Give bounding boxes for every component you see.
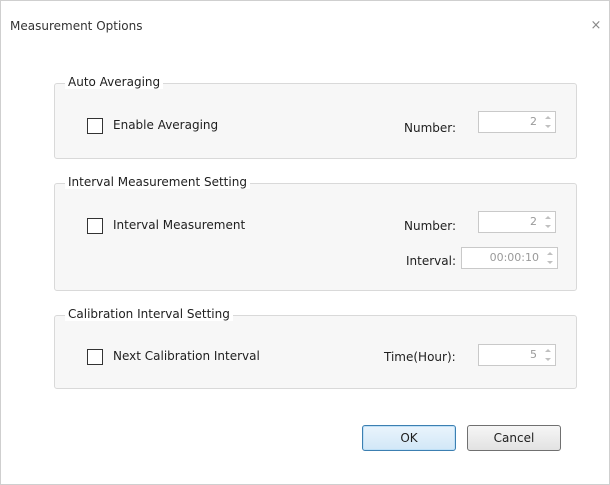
cancel-button[interactable]: Cancel xyxy=(467,425,561,451)
interval-number-stepper[interactable]: 2 xyxy=(478,211,556,233)
calibration-time-value: 5 xyxy=(530,348,537,361)
stepper-up-icon[interactable] xyxy=(545,216,551,219)
calibration-time-stepper[interactable]: 5 xyxy=(478,344,556,366)
stepper-down-icon[interactable] xyxy=(545,225,551,228)
auto-averaging-group: Auto Averaging Enable Averaging Number: … xyxy=(54,75,577,159)
enable-averaging-checkbox[interactable] xyxy=(87,118,103,134)
stepper-down-icon[interactable] xyxy=(545,125,551,128)
stepper-up-icon[interactable] xyxy=(545,116,551,119)
enable-averaging-label: Enable Averaging xyxy=(113,118,219,132)
averaging-number-label: Number: xyxy=(404,121,457,135)
stepper-down-icon[interactable] xyxy=(545,358,551,361)
interval-number-value: 2 xyxy=(530,215,537,228)
window-title: Measurement Options xyxy=(10,19,143,33)
averaging-number-value: 2 xyxy=(530,115,537,128)
interval-measurement-group: Interval Measurement Setting Interval Me… xyxy=(54,175,577,291)
calibration-interval-group: Calibration Interval Setting Next Calibr… xyxy=(54,307,577,389)
interval-measurement-label: Interval Measurement xyxy=(113,218,246,232)
auto-averaging-legend: Auto Averaging xyxy=(65,75,164,89)
stepper-up-icon[interactable] xyxy=(545,349,551,352)
averaging-number-stepper[interactable]: 2 xyxy=(478,111,556,133)
measurement-options-dialog: Measurement Options × Auto Averaging Ena… xyxy=(0,0,610,485)
close-icon[interactable]: × xyxy=(589,19,603,33)
next-calibration-checkbox[interactable] xyxy=(87,349,103,365)
stepper-up-icon[interactable] xyxy=(547,252,553,255)
interval-time-stepper[interactable]: 00:00:10 xyxy=(461,247,558,269)
stepper-arrows[interactable] xyxy=(544,347,552,363)
stepper-down-icon[interactable] xyxy=(547,261,553,264)
interval-measurement-checkbox[interactable] xyxy=(87,218,103,234)
ok-button[interactable]: OK xyxy=(362,425,456,451)
stepper-arrows[interactable] xyxy=(544,114,552,130)
interval-label: Interval: xyxy=(406,254,456,268)
interval-time-value: 00:00:10 xyxy=(489,251,539,264)
stepper-arrows[interactable] xyxy=(544,214,552,230)
interval-number-label: Number: xyxy=(404,219,457,233)
calibration-interval-legend: Calibration Interval Setting xyxy=(65,307,233,321)
stepper-arrows[interactable] xyxy=(546,250,554,266)
calibration-time-label: Time(Hour): xyxy=(384,350,456,364)
interval-measurement-legend: Interval Measurement Setting xyxy=(65,175,250,189)
title-bar[interactable]: Measurement Options × xyxy=(1,1,609,35)
next-calibration-label: Next Calibration Interval xyxy=(113,349,260,363)
